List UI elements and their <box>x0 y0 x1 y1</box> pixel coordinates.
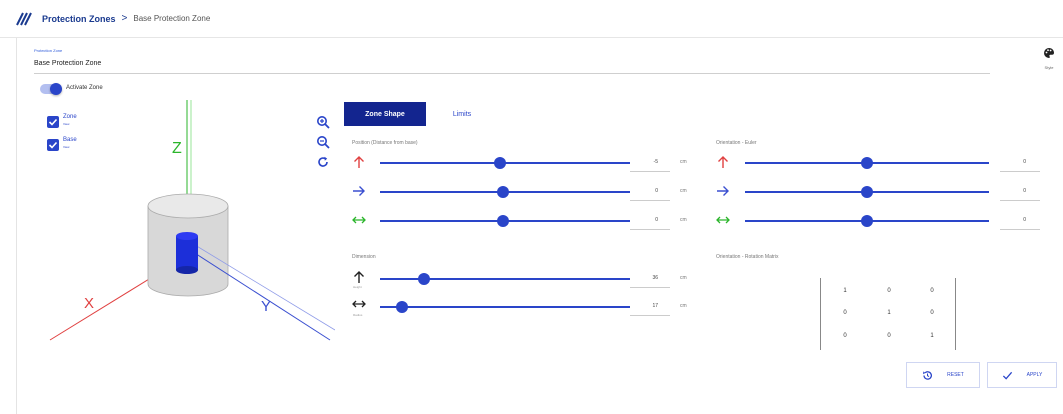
tab-zone-shape[interactable]: Zone Shape <box>344 102 426 126</box>
tab-limits[interactable]: Limits <box>426 102 498 126</box>
y-axis-label: Y <box>261 298 271 315</box>
y-axis-line <box>189 249 331 341</box>
arrow-right-icon <box>717 186 729 196</box>
position-underline-3 <box>630 229 670 230</box>
matrix-cell: 1 <box>930 333 934 339</box>
dimension-title: Dimension <box>352 254 376 260</box>
height-slider[interactable] <box>380 273 630 285</box>
arrow-right-icon <box>353 186 365 196</box>
zone-name-input[interactable]: Base Protection Zone <box>34 60 990 74</box>
position-underline-1 <box>630 171 670 172</box>
matrix-cell: 0 <box>887 333 891 339</box>
arrow-left-right-icon <box>352 300 366 308</box>
euler-underline-1 <box>1000 171 1040 172</box>
matrix-cell: 0 <box>843 310 847 316</box>
style-button[interactable]: Style <box>1037 46 1061 70</box>
euler-value-1[interactable]: 0 <box>996 159 1026 165</box>
rotation-matrix-title: Orientation - Rotation Matrix <box>716 254 779 260</box>
check-icon <box>1002 371 1012 380</box>
height-unit: cm <box>680 275 687 281</box>
arrow-up-icon <box>354 271 364 283</box>
matrix-cell: 0 <box>930 288 934 294</box>
arrow-left-right-icon <box>716 216 730 224</box>
reset-button-label: RESET <box>947 372 964 378</box>
radius-underline <box>630 315 670 316</box>
breadcrumb-separator: > <box>121 13 128 24</box>
euler-slider-1[interactable] <box>745 157 989 169</box>
radius-unit: cm <box>680 303 687 309</box>
toggle-knob <box>50 83 62 95</box>
matrix-cell: 1 <box>887 310 891 316</box>
position-slider-3[interactable] <box>380 215 630 227</box>
radius-sub-label: Radius <box>353 313 363 317</box>
position-title: Position (Distance from base) <box>352 140 418 146</box>
reset-button[interactable]: RESET <box>906 362 980 388</box>
arrow-up-icon <box>718 156 728 168</box>
zone-name-label: Protection Zone <box>34 48 63 53</box>
position-underline-2 <box>630 200 670 201</box>
left-divider <box>16 38 17 414</box>
breadcrumb-protection-zones[interactable]: Protection Zones <box>42 14 116 24</box>
reset-view-icon[interactable] <box>316 155 330 175</box>
rotation-matrix: 1 0 0 0 1 0 0 0 1 <box>820 278 956 350</box>
menu-icon[interactable] <box>16 12 32 26</box>
euler-value-3[interactable]: 0 <box>996 217 1026 223</box>
position-value-2[interactable]: 0 <box>628 188 658 194</box>
height-sub-label: Height <box>353 285 362 289</box>
radius-value[interactable]: 17 <box>628 303 658 309</box>
robot-base <box>176 232 198 274</box>
height-value[interactable]: 36 <box>628 275 658 281</box>
euler-underline-3 <box>1000 229 1040 230</box>
palette-icon <box>1044 48 1054 58</box>
zoom-in-icon[interactable] <box>316 115 330 135</box>
history-icon <box>923 370 933 380</box>
euler-underline-2 <box>1000 200 1040 201</box>
position-value-1[interactable]: -5 <box>628 159 658 165</box>
zoom-out-icon[interactable] <box>316 135 330 155</box>
arrow-up-icon <box>354 156 364 168</box>
position-unit-1: cm <box>680 159 687 165</box>
matrix-cell: 0 <box>843 333 847 339</box>
activate-zone-toggle[interactable] <box>40 83 62 95</box>
matrix-cell: 1 <box>843 288 847 294</box>
apply-button-label: APPLY <box>1026 372 1043 378</box>
radius-slider[interactable] <box>380 301 630 313</box>
euler-title: Orientation - Euler <box>716 140 757 146</box>
position-unit-3: cm <box>680 217 687 223</box>
x-axis-label: X <box>84 295 94 312</box>
3d-viewer[interactable]: Z X Y <box>30 100 335 410</box>
z-axis-label: Z <box>172 140 182 157</box>
euler-slider-2[interactable] <box>745 186 989 198</box>
viewer-tools <box>316 115 330 175</box>
matrix-cell: 0 <box>887 288 891 294</box>
height-underline <box>630 287 670 288</box>
position-unit-2: cm <box>680 188 687 194</box>
arrow-left-right-icon <box>352 216 366 224</box>
breadcrumb-current: Base Protection Zone <box>133 14 211 23</box>
matrix-cell: 0 <box>930 310 934 316</box>
position-value-3[interactable]: 0 <box>628 217 658 223</box>
apply-button[interactable]: APPLY <box>987 362 1057 388</box>
euler-slider-3[interactable] <box>745 215 989 227</box>
euler-value-2[interactable]: 0 <box>996 188 1026 194</box>
style-button-label: Style <box>1044 65 1054 70</box>
position-slider-1[interactable] <box>380 157 630 169</box>
activate-zone-label: Activate Zone <box>66 85 103 91</box>
top-bar: Protection Zones > Base Protection Zone <box>0 0 1063 38</box>
position-slider-2[interactable] <box>380 186 630 198</box>
